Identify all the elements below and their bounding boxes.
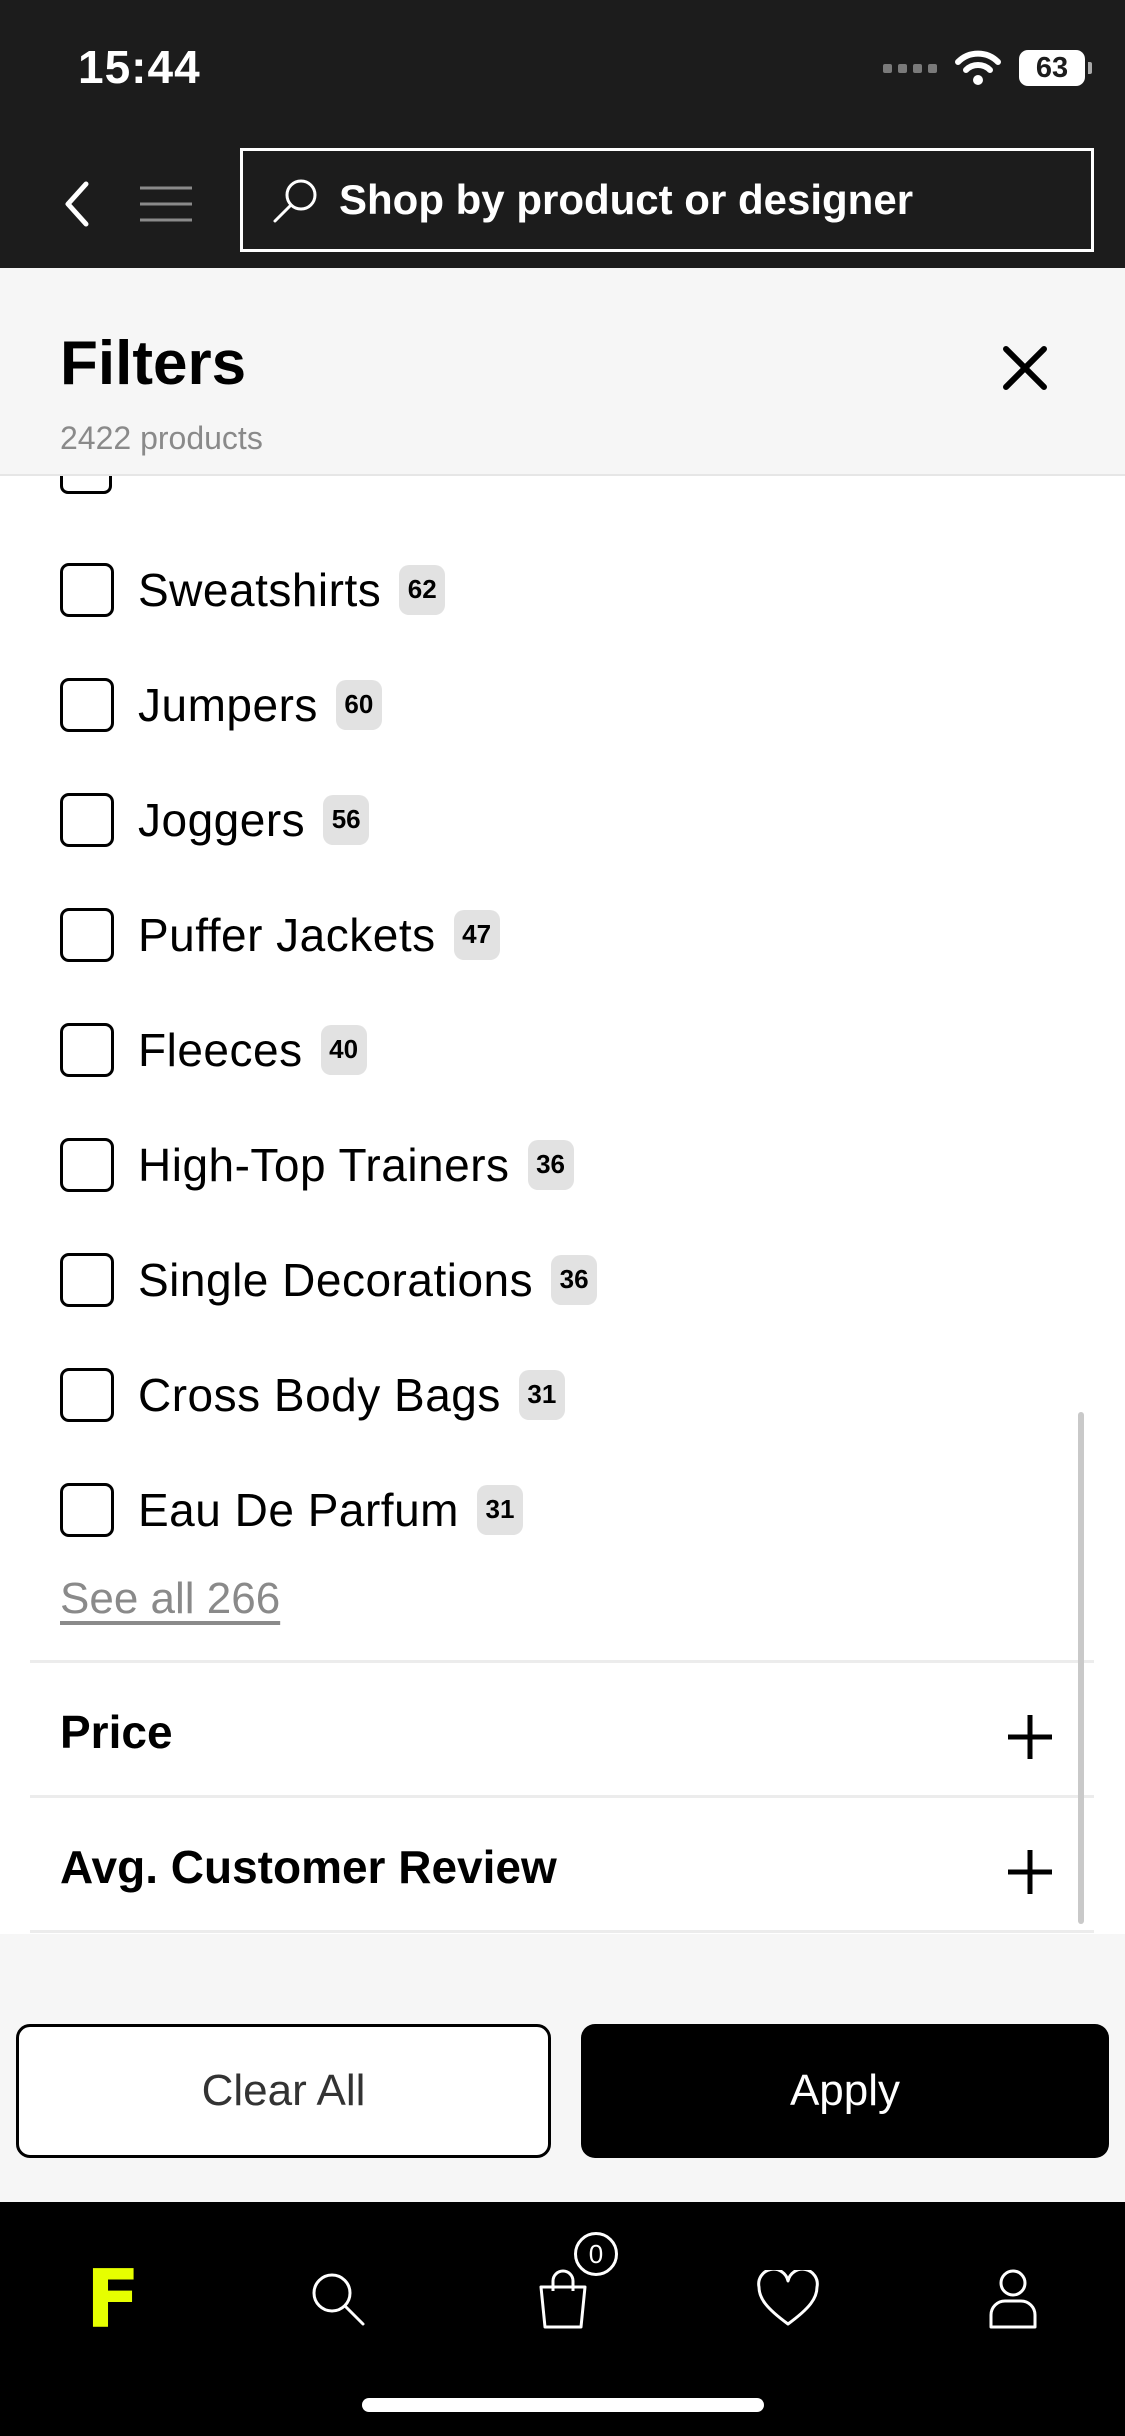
checkbox[interactable] <box>60 1022 114 1077</box>
tab-bar: F <box>0 2202 1125 2436</box>
count-badge: 31 <box>476 1484 523 1535</box>
option-label: Sweatshirts <box>138 563 382 616</box>
search-icon <box>312 2273 365 2326</box>
search-icon <box>273 179 317 223</box>
menu-icon[interactable] <box>138 180 194 228</box>
option-label: Jumpers <box>138 678 318 731</box>
count-badge: 40 <box>320 1024 367 1075</box>
category-options: Sweatshirts 62 Jumpers 60 Joggers 56 Puf… <box>0 532 1125 1567</box>
tab-wishlist[interactable] <box>743 2254 833 2344</box>
customer-review-section[interactable]: Avg. Customer Review <box>30 1795 1094 1930</box>
tab-home[interactable]: F <box>68 2252 158 2346</box>
filter-option[interactable]: Eau De Parfum 31 <box>0 1452 1125 1567</box>
clear-all-button[interactable]: Clear All <box>16 2024 551 2158</box>
checkbox[interactable] <box>60 1137 114 1192</box>
account-icon <box>989 2269 1037 2329</box>
status-bar: 15:44 63 <box>0 0 1125 140</box>
heart-icon <box>757 2270 819 2326</box>
plus-icon[interactable] <box>1006 1713 1054 1761</box>
checkbox[interactable] <box>60 476 112 494</box>
filters-body[interactable]: Sweatshirts 62 Jumpers 60 Joggers 56 Puf… <box>0 476 1125 1934</box>
plus-icon[interactable] <box>1006 1848 1054 1896</box>
option-label: Single Decorations <box>138 1253 534 1306</box>
option-label: Puffer Jackets <box>138 908 436 961</box>
filter-option[interactable]: Sweatshirts 62 <box>0 532 1125 647</box>
checkbox[interactable] <box>60 1482 114 1537</box>
option-label: Eau De Parfum <box>138 1483 459 1536</box>
filter-option[interactable]: Jumpers 60 <box>0 647 1125 762</box>
count-badge: 36 <box>527 1139 574 1190</box>
option-label: Fleeces <box>138 1023 303 1076</box>
filter-option[interactable]: Cross Body Bags 31 <box>0 1337 1125 1452</box>
option-label: Joggers <box>138 793 306 846</box>
status-time: 15:44 <box>78 41 201 93</box>
search-input[interactable]: Shop by product or designer <box>240 148 1094 252</box>
battery-icon: 63 <box>1019 50 1092 86</box>
signal-icon <box>883 63 937 73</box>
status-icons: 63 <box>883 50 1092 86</box>
filter-actions: Clear All Apply <box>0 1934 1125 2202</box>
apply-button[interactable]: Apply <box>581 2024 1109 2158</box>
top-nav: Shop by product or designer <box>0 140 1125 268</box>
cart-count-badge: 0 <box>574 2232 618 2276</box>
checkbox[interactable] <box>60 907 114 962</box>
count-badge: 56 <box>323 794 370 845</box>
checkbox[interactable] <box>60 562 114 617</box>
filter-option[interactable]: Joggers 56 <box>0 762 1125 877</box>
scrollbar[interactable] <box>1078 1412 1084 1924</box>
checkbox[interactable] <box>60 677 114 732</box>
search-placeholder: Shop by product or designer <box>339 176 914 223</box>
divider <box>30 1930 1094 1933</box>
filters-header: Filters 2422 products <box>0 268 1125 476</box>
filter-option[interactable]: Puffer Jackets 47 <box>0 877 1125 992</box>
filter-option[interactable]: High-Top Trainers 36 <box>0 1107 1125 1222</box>
count-badge: 60 <box>335 679 382 730</box>
see-all-link[interactable]: See all 266 <box>60 1574 280 1624</box>
wifi-icon <box>955 50 1001 85</box>
checkbox[interactable] <box>60 1252 114 1307</box>
count-badge: 31 <box>518 1369 565 1420</box>
price-section[interactable]: Price <box>30 1660 1094 1795</box>
checkbox[interactable] <box>60 1367 114 1422</box>
count-badge: 36 <box>551 1254 598 1305</box>
checkbox[interactable] <box>60 792 114 847</box>
product-count: 2422 products <box>60 420 263 456</box>
close-icon[interactable] <box>1000 343 1050 393</box>
filter-option[interactable]: Fleeces 40 <box>0 992 1125 1107</box>
page-title: Filters <box>60 329 247 398</box>
option-label: High-Top Trainers <box>138 1138 510 1191</box>
brand-logo: F <box>85 2252 141 2346</box>
cart-icon <box>539 2269 587 2329</box>
home-indicator <box>362 2398 764 2412</box>
section-title: Price <box>60 1706 173 1758</box>
filter-option[interactable]: Single Decorations 36 <box>0 1222 1125 1337</box>
back-icon[interactable] <box>56 174 96 234</box>
option-label: Cross Body Bags <box>138 1368 501 1421</box>
count-badge: 47 <box>453 909 500 960</box>
tab-account[interactable] <box>968 2254 1058 2344</box>
count-badge: 62 <box>399 564 446 615</box>
section-title: Avg. Customer Review <box>60 1841 557 1893</box>
tab-search[interactable] <box>293 2254 383 2344</box>
